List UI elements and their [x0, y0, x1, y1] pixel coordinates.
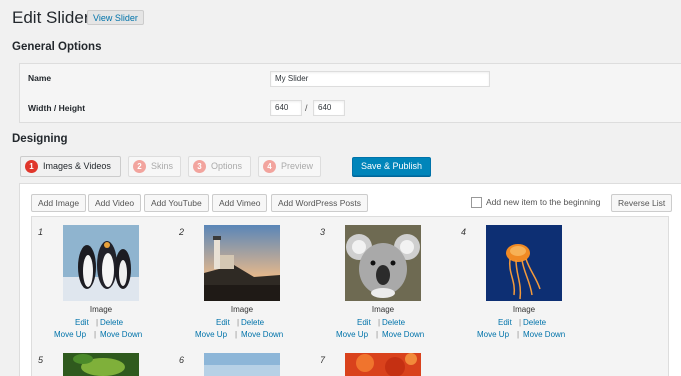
add-youtube-button[interactable]: Add YouTube — [144, 194, 209, 212]
item-edit-link[interactable]: Edit — [357, 318, 371, 327]
size-separator: / — [305, 103, 308, 113]
item-number: 6 — [179, 355, 185, 365]
size-label: Width / Height — [28, 103, 86, 113]
link-separator: | — [517, 330, 520, 339]
page-title: Edit Slider — [12, 8, 90, 27]
item-number: 2 — [179, 227, 185, 237]
item-delete-link[interactable]: Delete — [100, 318, 123, 327]
link-separator: | — [378, 318, 381, 327]
step-label: Preview — [281, 161, 314, 171]
add-video-button[interactable]: Add Video — [88, 194, 142, 212]
link-separator: | — [376, 330, 379, 339]
link-separator: | — [96, 318, 99, 327]
step-number-badge: 1 — [25, 160, 38, 173]
item-edit-link[interactable]: Edit — [216, 318, 230, 327]
item-number: 4 — [461, 227, 467, 237]
add-wordpress-posts-button[interactable]: Add WordPress Posts — [271, 194, 368, 212]
view-slider-button[interactable]: View Slider — [87, 10, 144, 25]
item-thumbnail — [204, 353, 280, 376]
general-options-heading: General Options — [12, 41, 102, 53]
step-number-badge: 2 — [133, 160, 146, 173]
link-separator: | — [237, 318, 240, 327]
add-vimeo-button[interactable]: Add Vimeo — [212, 194, 268, 212]
item-move-down-link[interactable]: Move Down — [523, 330, 565, 339]
add-to-beginning-label: Add new item to the beginning — [486, 197, 601, 207]
item-thumbnail — [345, 225, 421, 301]
step-label: Images & Videos — [43, 161, 111, 171]
step-skins[interactable]: 2 Skins — [128, 156, 181, 177]
item-move-up-link[interactable]: Move Up — [336, 330, 368, 339]
item-move-up-link[interactable]: Move Up — [195, 330, 227, 339]
link-separator: | — [235, 330, 238, 339]
step-label: Skins — [151, 161, 174, 171]
item-delete-link[interactable]: Delete — [523, 318, 546, 327]
step-number-badge: 4 — [263, 160, 276, 173]
name-input[interactable]: My Slider — [270, 71, 490, 87]
item-number: 5 — [38, 355, 44, 365]
step-label: Options — [211, 161, 243, 171]
step-number-badge: 3 — [193, 160, 206, 173]
item-thumbnail — [486, 225, 562, 301]
item-number: 7 — [320, 355, 326, 365]
item-edit-link[interactable]: Edit — [498, 318, 512, 327]
general-options-box: Name My Slider Width / Height 640 / 640 — [19, 63, 681, 123]
item-edit-link[interactable]: Edit — [75, 318, 89, 327]
item-thumbnail — [63, 225, 139, 301]
width-input[interactable]: 640 — [270, 100, 302, 116]
item-caption: Image — [512, 305, 536, 314]
item-delete-link[interactable]: Delete — [382, 318, 405, 327]
link-separator: | — [519, 318, 522, 327]
item-thumbnail — [63, 353, 139, 376]
item-move-up-link[interactable]: Move Up — [477, 330, 509, 339]
item-move-down-link[interactable]: Move Down — [382, 330, 424, 339]
item-number: 3 — [320, 227, 326, 237]
step-options[interactable]: 3 Options — [188, 156, 251, 177]
item-move-down-link[interactable]: Move Down — [100, 330, 142, 339]
step-preview[interactable]: 4 Preview — [258, 156, 321, 177]
item-move-up-link[interactable]: Move Up — [54, 330, 86, 339]
designing-heading: Designing — [12, 133, 68, 145]
link-separator: | — [94, 330, 97, 339]
name-label: Name — [28, 73, 52, 83]
item-caption: Image — [230, 305, 254, 314]
save-publish-button[interactable]: Save & Publish — [352, 157, 432, 176]
add-to-beginning-checkbox[interactable] — [471, 197, 482, 208]
item-caption: Image — [89, 305, 113, 314]
item-move-down-link[interactable]: Move Down — [241, 330, 283, 339]
item-caption: Image — [371, 305, 395, 314]
item-thumbnail — [345, 353, 421, 376]
step-images-videos[interactable]: 1 Images & Videos — [20, 156, 121, 177]
item-delete-link[interactable]: Delete — [241, 318, 264, 327]
height-input[interactable]: 640 — [313, 100, 345, 116]
reverse-list-button[interactable]: Reverse List — [611, 194, 673, 212]
add-image-button[interactable]: Add Image — [31, 194, 87, 212]
item-number: 1 — [38, 227, 44, 237]
item-thumbnail — [204, 225, 280, 301]
